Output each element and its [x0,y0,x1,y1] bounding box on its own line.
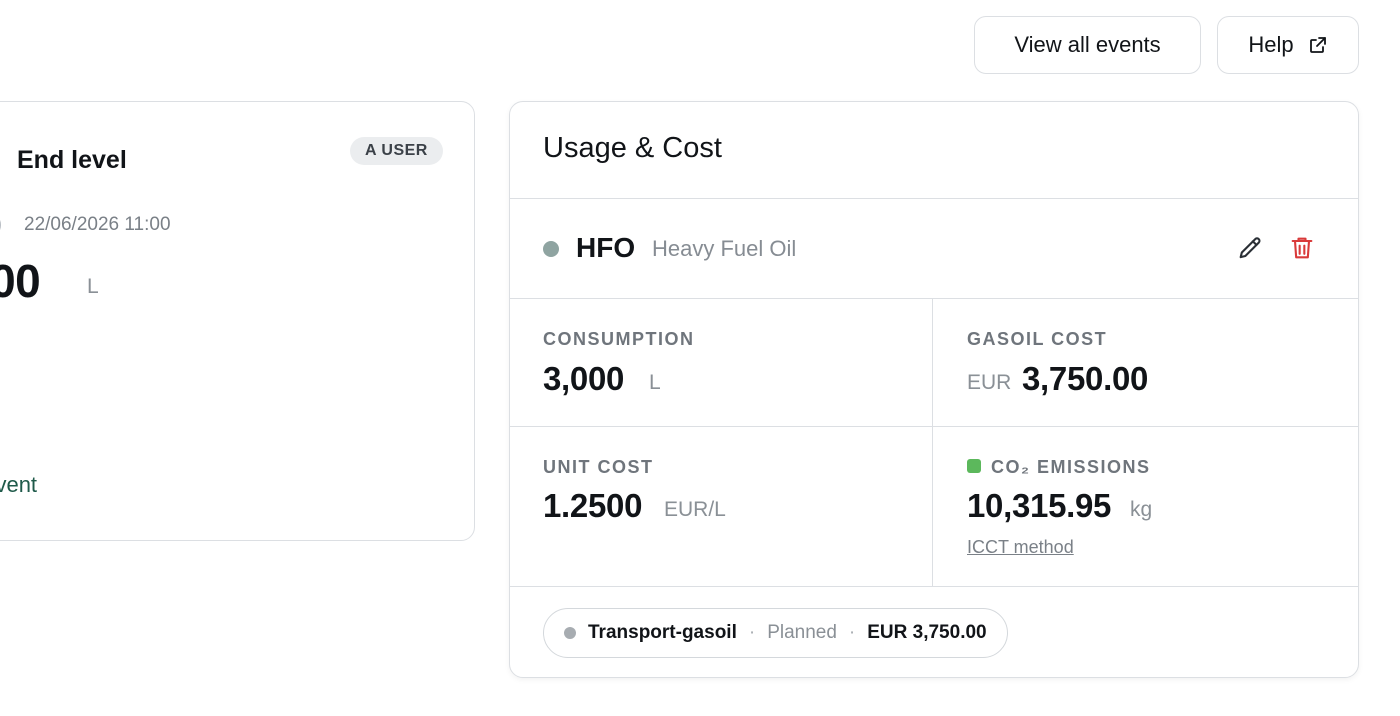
end-level-unit: L [87,275,99,298]
usage-cost-title: Usage & Cost [543,132,722,164]
consumption-unit: L [649,371,661,394]
pencil-icon [1239,237,1261,259]
clock-icon [0,212,1,238]
chip-separator: · [848,622,856,643]
chip-amount: EUR 3,750.00 [867,622,987,643]
chip-status: Planned [767,622,837,643]
event-link[interactable]: t event [0,472,37,498]
co2-indicator [967,459,981,473]
external-link-icon [1309,37,1326,53]
column-divider [932,298,933,587]
unit-cost-value: 1.2500 [543,487,643,524]
unit-cost-unit: EUR/L [664,498,726,521]
co2-emissions-unit: kg [1130,498,1153,521]
consumption-value: 3,000 [543,360,625,397]
delete-button[interactable] [1288,234,1316,262]
fuel-code: HFO [576,232,636,263]
gasoil-cost-currency: EUR [967,371,1012,394]
end-level-title: End level [17,146,127,174]
edit-button[interactable] [1236,235,1264,263]
icct-method-link[interactable]: ICCT method [967,537,1074,558]
divider [510,586,1358,587]
co2-emissions-value: 10,315.95 [967,487,1112,524]
divider [510,198,1358,199]
chip-separator: · [748,622,756,643]
fuel-status-dot [543,241,559,257]
divider [510,298,1358,299]
end-level-datetime: 22/06/2026 11:00 [24,214,171,235]
trash-icon [1291,237,1313,259]
co2-emissions-label: CO₂ EMISSIONS [991,457,1151,477]
help-label: Help [1248,32,1294,57]
divider [510,426,1358,427]
help-button[interactable]: Help [1217,16,1359,74]
fuel-name: Heavy Fuel Oil [652,236,797,261]
gasoil-cost-label: GASOIL COST [967,329,1108,349]
user-badge: A USER [350,137,443,165]
view-all-events-button[interactable]: View all events [974,16,1201,74]
gasoil-cost-value: 3,750.00 [1022,360,1149,397]
chip-name: Transport-gasoil [588,622,737,643]
unit-cost-label: UNIT COST [543,457,654,477]
usage-cost-card: Usage & Cost HFO Heavy Fuel Oil CONSUMPT… [509,101,1359,678]
end-level-value: 000 [0,255,41,307]
cost-allocation-chip[interactable]: Transport-gasoil · Planned · EUR 3,750.0… [543,608,1008,658]
end-level-card: End level A USER 22/06/2026 11:00 000 L … [0,101,475,541]
status-dot-icon [564,627,576,639]
consumption-label: CONSUMPTION [543,329,695,349]
view-all-events-label: View all events [1014,32,1161,57]
